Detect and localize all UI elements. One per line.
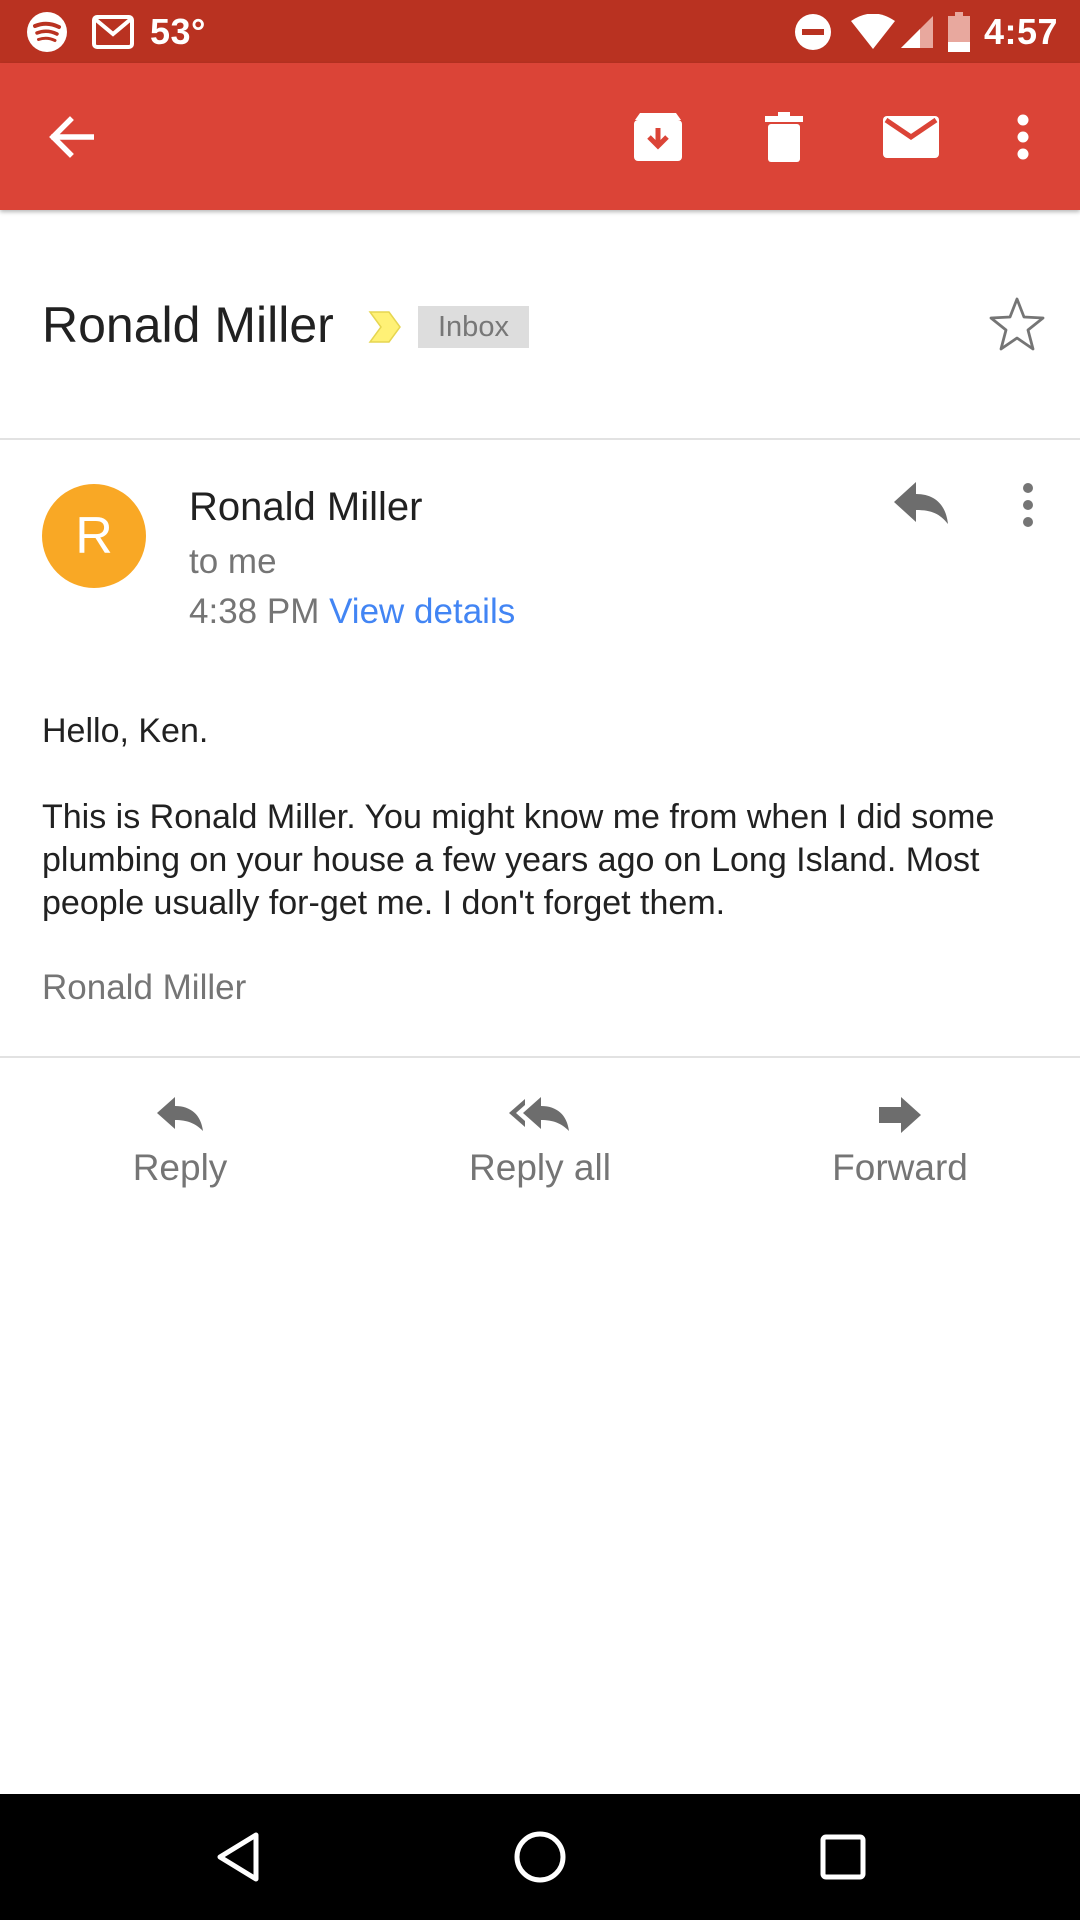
back-triangle-icon [217,1832,259,1882]
avatar[interactable]: R [42,484,146,588]
reply-icon [157,1097,203,1131]
reply-button[interactable]: Reply [70,1095,290,1189]
nav-bar [0,1794,1080,1920]
forward-icon [879,1097,921,1133]
battery-icon [947,12,970,52]
status-bar-right: 4:57 [794,10,1058,54]
mark-unread-button[interactable] [880,106,942,168]
status-bar-left: 53° [26,10,206,54]
inbox-label[interactable]: Inbox [418,306,529,348]
delete-button[interactable] [753,106,815,168]
wifi-icon [850,14,895,49]
status-bar: 53° 4:57 [0,0,1080,63]
clock-text: 4:57 [983,11,1058,52]
recipient-text: to me [189,542,277,581]
signal-icon [900,16,933,48]
archive-icon [634,113,682,161]
recents-square-icon [820,1834,866,1880]
email-subject: Ronald Miller [42,297,334,353]
star-icon[interactable] [988,296,1046,354]
forward-button[interactable]: Forward [790,1095,1010,1189]
email-signature: Ronald Miller [42,968,247,1007]
message-meta: 4:38 PM View details [189,592,515,632]
actions-divider [0,1056,1080,1058]
back-button[interactable] [40,106,102,168]
view-details-link[interactable]: View details [329,592,515,631]
archive-button[interactable] [627,106,689,168]
do-not-disturb-icon [794,14,831,50]
nav-back-button[interactable] [202,1822,272,1892]
home-circle-icon [514,1831,566,1883]
importance-marker-icon[interactable] [367,309,403,345]
delete-icon [765,112,803,162]
reply-label: Reply [132,1147,228,1188]
email-paragraph: This is Ronald Miller. You might know me… [42,798,995,922]
more-vert-icon [1017,114,1029,160]
sender-name: Ronald Miller [189,485,423,529]
email-body: Hello, Ken. This is Ronald Miller. You m… [42,710,1042,925]
reply-all-label: Reply all [469,1147,611,1188]
gmail-icon [92,15,134,49]
message-time: 4:38 PM [189,592,320,631]
mark-unread-icon [883,116,939,158]
reply-icon[interactable] [890,478,952,534]
spotify-icon [27,12,67,52]
app-bar [0,63,1080,210]
message-more-vert-icon[interactable] [1010,478,1046,534]
forward-label: Forward [832,1147,968,1188]
back-arrow-icon [49,116,94,158]
reply-all-icon [509,1097,569,1131]
email-greeting: Hello, Ken. [42,712,209,750]
more-options-button[interactable] [992,106,1054,168]
temperature-text: 53° [150,11,206,52]
nav-recents-button[interactable] [808,1822,878,1892]
nav-home-button[interactable] [505,1822,575,1892]
reply-all-button[interactable]: Reply all [430,1095,650,1189]
